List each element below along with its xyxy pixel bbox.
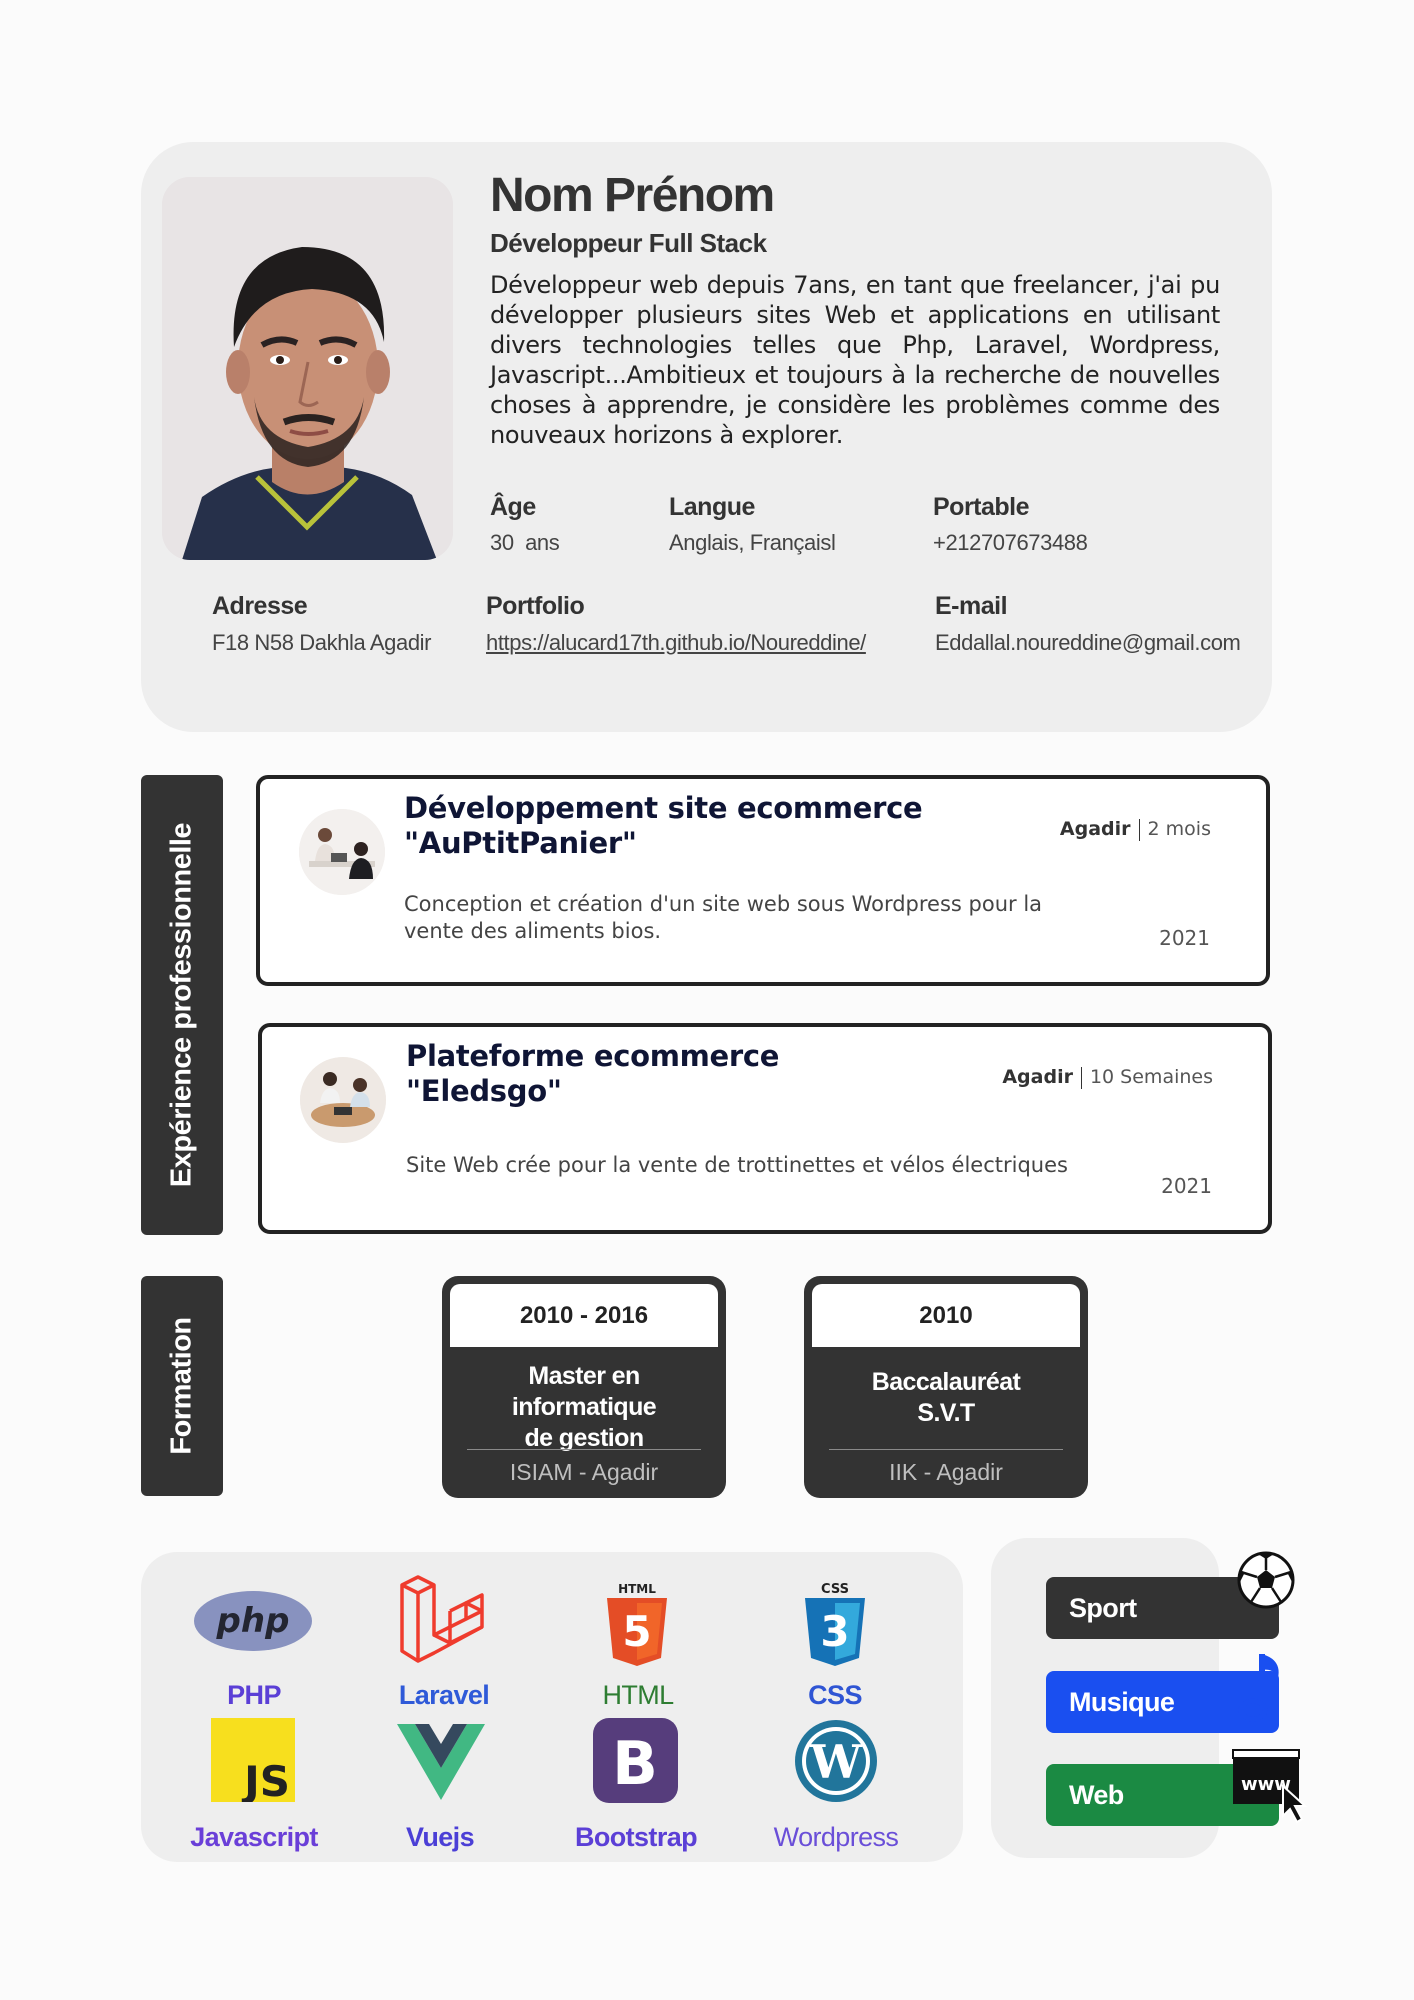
css3-logo-icon: CSS 3 (803, 1582, 867, 1671)
soccer-ball-icon (1236, 1550, 1296, 1615)
formation-card: 2010 Baccalauréat S.V.T IIK - Agadir (804, 1276, 1088, 1498)
formation-degree-line: Master en (528, 1362, 640, 1390)
formation-degree-line: Baccalauréat (871, 1368, 1021, 1396)
html5-logo-icon: HTML 5 (605, 1582, 669, 1671)
formation-degree-line: S.V.T (917, 1399, 975, 1427)
profile-photo (162, 177, 453, 560)
portfolio-label: Portfolio (486, 592, 585, 620)
phone-label: Portable (933, 493, 1030, 521)
svg-text:JS: JS (241, 1757, 290, 1802)
experience-location: Agadir 2 mois (1060, 818, 1211, 841)
formation-years: 2010 - 2016 (450, 1284, 718, 1347)
formation-degree: Baccalauréat S.V.T (814, 1367, 1078, 1429)
age-label: Âge (490, 493, 536, 521)
experience-title-line2: "Eledsgo" (406, 1074, 562, 1108)
experience-city: Agadir (1002, 1066, 1073, 1088)
svg-text:B: B (612, 1729, 658, 1799)
skill-label-vuejs: Vuejs (405, 1822, 475, 1852)
experience-heading: Expérience professionnelle (165, 822, 198, 1188)
address-value: F18 N58 Dakhla Agadir (212, 630, 432, 655)
skill-label-css: CSS (808, 1680, 862, 1710)
profile-name: Nom Prénom (490, 169, 775, 222)
language-value: Anglais, Françaisl (669, 530, 836, 555)
job-title: Développeur Full Stack (490, 228, 767, 258)
formation-section-label: Formation (141, 1276, 223, 1496)
music-note-icon (1238, 1648, 1288, 1733)
experience-title-line1: Développement site ecommerce (404, 791, 923, 825)
formation-school: ISIAM - Agadir (509, 1459, 659, 1485)
svg-text:CSS: CSS (821, 1582, 849, 1597)
age-value: 30 ans (490, 530, 560, 555)
svg-text:HTML: HTML (618, 1582, 656, 1596)
vuejs-logo-icon (397, 1722, 485, 1805)
experience-duration: 2 mois (1147, 818, 1211, 840)
experience-year: 2021 (1159, 926, 1210, 950)
skill-label-php: PHP (227, 1680, 281, 1710)
formation-degree: Master en informatique de gestion (452, 1361, 716, 1454)
www-cursor-icon: www (1231, 1748, 1313, 1831)
experience-title: Plateforme ecommerce "Eledsgo" (406, 1039, 779, 1109)
formation-card: 2010 - 2016 Master en informatique de ge… (442, 1276, 726, 1498)
skill-label-bootstrap: Bootstrap (574, 1822, 698, 1852)
formation-school: IIK - Agadir (889, 1459, 1003, 1485)
email-value[interactable]: Eddallal.noureddine@gmail.com (935, 630, 1241, 656)
formation-divider (467, 1449, 701, 1450)
formation-years: 2010 (812, 1284, 1080, 1347)
experience-location: Agadir 10 Semaines (1002, 1066, 1213, 1089)
formation-degree-line: informatique (511, 1393, 657, 1421)
address-label: Adresse (212, 592, 308, 620)
experience-section-label: Expérience professionnelle (141, 775, 223, 1235)
experience-title: Développement site ecommerce "AuPtitPani… (404, 791, 923, 861)
svg-text:5: 5 (622, 1607, 651, 1656)
profile-bio: Développeur web depuis 7ans, en tant que… (490, 271, 1220, 449)
skill-label-laravel: Laravel (398, 1680, 490, 1710)
bootstrap-logo-icon: B (593, 1718, 678, 1803)
experience-avatar-icon (300, 1057, 386, 1143)
experience-avatar-icon (299, 809, 385, 895)
language-label: Langue (669, 493, 755, 521)
skill-label-javascript: Javascript (190, 1822, 318, 1852)
experience-description: Conception et création d'un site web sou… (404, 892, 1043, 943)
wordpress-logo-icon: W (793, 1718, 879, 1809)
svg-text:W: W (809, 1735, 863, 1789)
experience-title-line2: "AuPtitPanier" (404, 826, 637, 860)
experience-city: Agadir (1059, 818, 1131, 840)
portfolio-link[interactable]: https://alucard17th.github.io/Noureddine… (486, 630, 866, 656)
phone-value: +212707673488 (933, 530, 1088, 555)
experience-description: Site Web crée pour la vente de trottinet… (406, 1153, 1068, 1177)
laravel-logo-icon (398, 1575, 488, 1672)
experience-title-line1: Plateforme ecommerce (406, 1039, 780, 1073)
javascript-logo-icon: JS (211, 1718, 295, 1806)
skill-label-wordpress: Wordpress (773, 1822, 899, 1852)
formation-heading: Formation (165, 1317, 198, 1455)
experience-duration: 10 Semaines (1089, 1066, 1213, 1088)
email-label: E-mail (935, 592, 1008, 620)
formation-divider (829, 1449, 1063, 1450)
svg-text:php: php (216, 1601, 290, 1641)
skill-label-html: HTML (602, 1680, 674, 1710)
php-logo-icon: php (193, 1590, 313, 1657)
experience-year: 2021 (1161, 1174, 1212, 1198)
svg-text:3: 3 (820, 1607, 849, 1656)
